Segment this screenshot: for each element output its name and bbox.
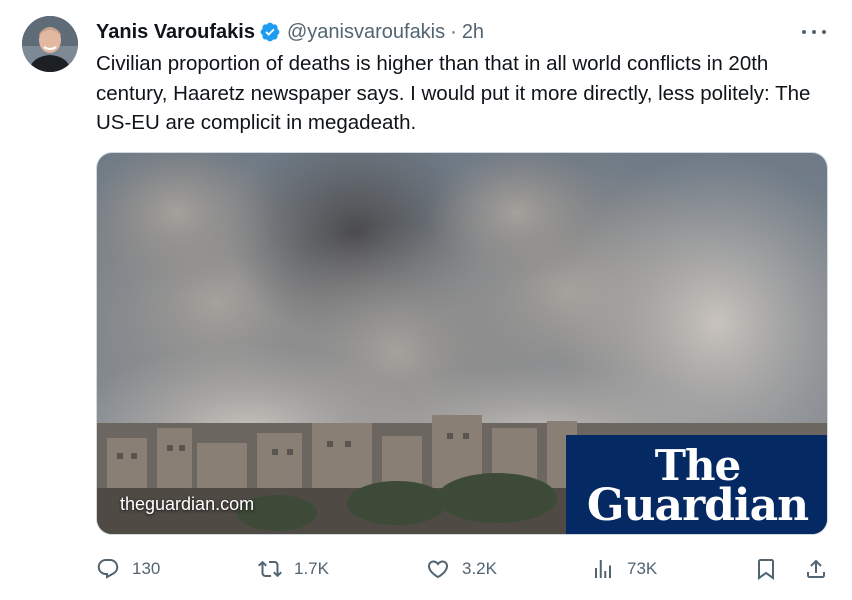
separator-dot: · — [450, 20, 457, 43]
tweet-header: Yanis Varoufakis @yanisvaroufakis · 2h — [96, 18, 484, 46]
link-card-image[interactable]: theguardian.com The Guardian — [96, 152, 828, 535]
views-count: 73K — [627, 559, 658, 578]
tweet-text: Civilian proportion of deaths is higher … — [96, 52, 811, 134]
reply-count: 130 — [132, 559, 161, 578]
tweet-timestamp[interactable]: 2h — [462, 21, 484, 44]
like-icon — [427, 560, 449, 579]
logo-line-2: Guardian — [586, 479, 809, 531]
author-handle[interactable]: @yanisvaroufakis — [287, 21, 445, 44]
guardian-logo: The Guardian — [566, 435, 827, 534]
action-bar: 130 1.7K 3.2K 73K — [96, 554, 832, 584]
avatar[interactable] — [22, 16, 78, 72]
bookmark-button[interactable] — [754, 554, 778, 584]
share-icon — [807, 559, 825, 578]
retweet-count: 1.7K — [294, 559, 329, 578]
author-name[interactable]: Yanis Varoufakis — [96, 21, 255, 44]
reply-button[interactable]: 130 — [96, 554, 160, 584]
link-domain: theguardian.com — [120, 494, 255, 514]
bookmark-icon — [758, 559, 774, 580]
like-count: 3.2K — [462, 559, 497, 578]
verified-badge-icon — [260, 22, 280, 42]
like-button[interactable]: 3.2K — [426, 554, 497, 584]
views-button[interactable]: 73K — [591, 554, 657, 584]
retweet-icon — [258, 560, 282, 578]
avatar-image — [22, 16, 78, 72]
views-icon — [595, 560, 611, 578]
more-icon[interactable] — [802, 22, 826, 42]
retweet-button[interactable]: 1.7K — [258, 554, 329, 584]
share-button[interactable] — [804, 554, 828, 584]
reply-icon — [97, 559, 119, 579]
